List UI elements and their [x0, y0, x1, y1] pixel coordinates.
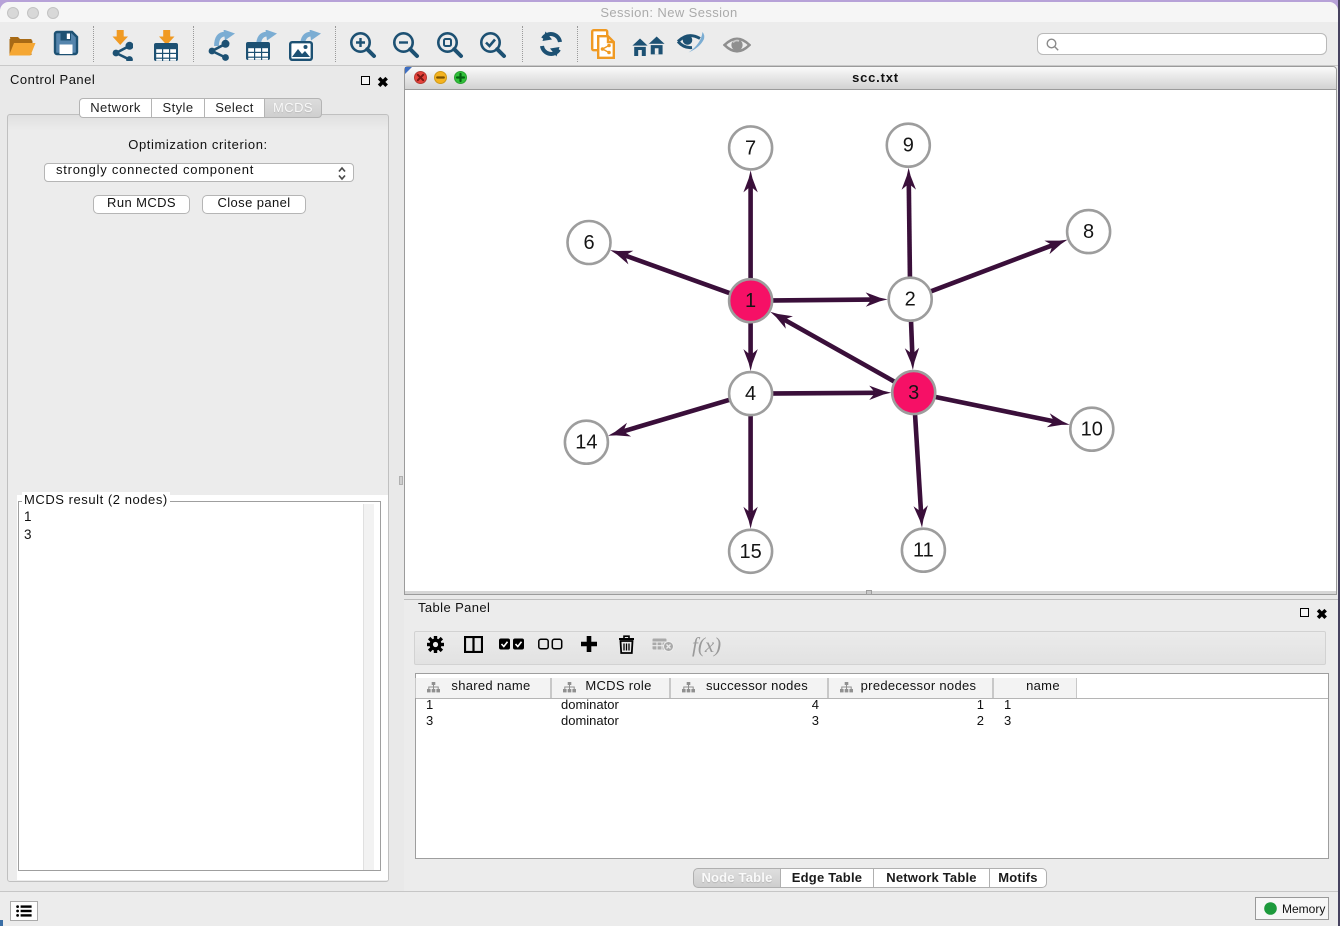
- svg-text:7: 7: [745, 137, 756, 159]
- svg-text:14: 14: [575, 432, 597, 454]
- svg-text:3: 3: [908, 382, 919, 404]
- svg-text:4: 4: [745, 383, 756, 405]
- svg-text:8: 8: [1083, 221, 1094, 243]
- svg-text:9: 9: [903, 135, 914, 157]
- svg-text:2: 2: [905, 289, 916, 311]
- svg-text:1: 1: [745, 290, 756, 312]
- svg-text:11: 11: [913, 540, 934, 562]
- svg-text:6: 6: [583, 232, 594, 254]
- svg-text:10: 10: [1081, 419, 1103, 441]
- svg-text:15: 15: [739, 541, 761, 563]
